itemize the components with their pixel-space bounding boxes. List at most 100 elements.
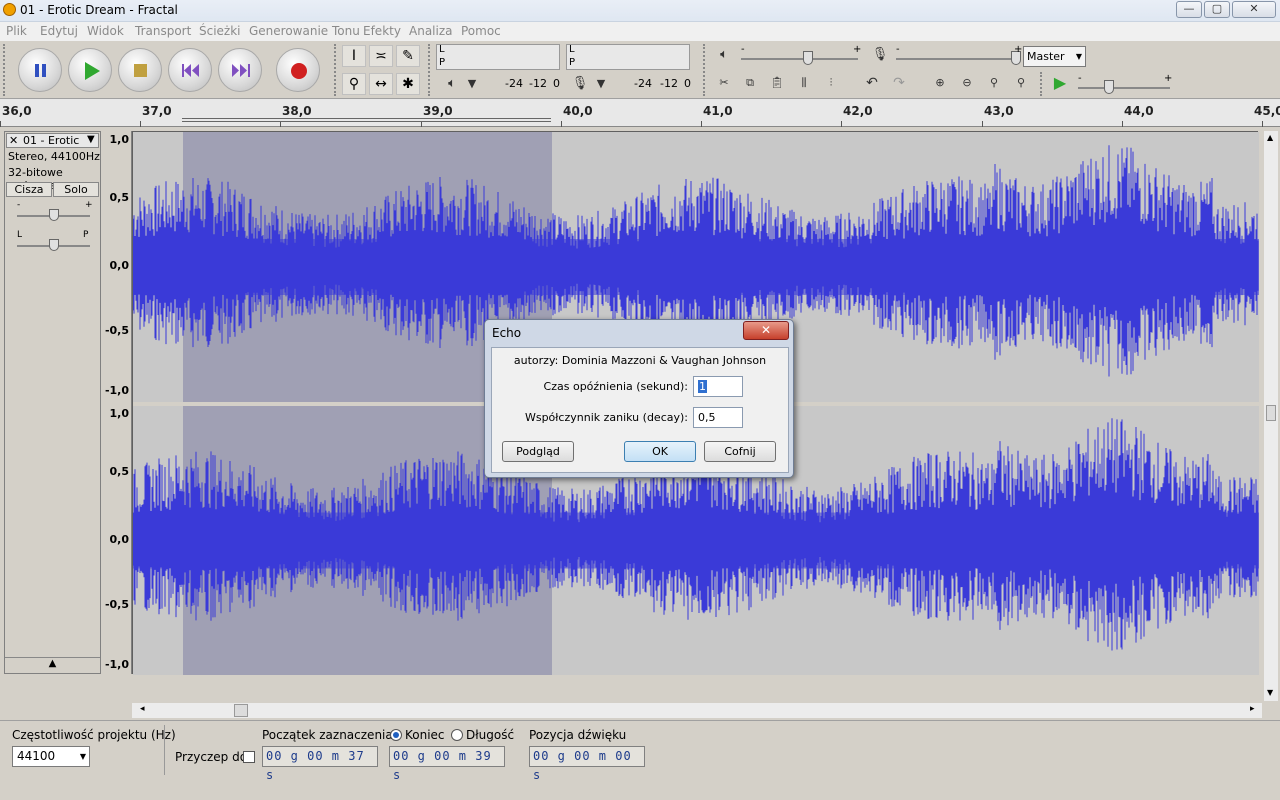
- multi-tool-icon[interactable]: ✱: [396, 73, 420, 95]
- length-radio[interactable]: [451, 729, 463, 741]
- timeshift-tool-icon[interactable]: ↔: [369, 73, 393, 95]
- project-rate-value: 44100: [17, 749, 56, 763]
- paste-icon[interactable]: 📋︎: [765, 73, 789, 95]
- skip-end-icon: [232, 64, 250, 77]
- menu-transport[interactable]: Transport: [135, 24, 191, 38]
- gain-slider-thumb[interactable]: [49, 209, 59, 221]
- menu-sciezki[interactable]: Ścieżki: [199, 24, 241, 38]
- chevron-down-icon[interactable]: ▼: [460, 74, 484, 96]
- ok-button[interactable]: OK: [624, 441, 696, 462]
- pan-slider-thumb[interactable]: [49, 239, 59, 251]
- scale-label: -1,0: [104, 658, 129, 671]
- chevron-left-icon[interactable]: ◂: [140, 704, 145, 714]
- fit-project-icon[interactable]: ⚲: [1009, 73, 1033, 95]
- track-title-bar[interactable]: ✕ 01 - Erotic ▼: [6, 133, 99, 148]
- silence-icon[interactable]: ⫶: [819, 73, 843, 95]
- chevron-down-icon[interactable]: ▼: [589, 74, 613, 96]
- close-icon[interactable]: ✕: [9, 134, 18, 147]
- input-volume-slider[interactable]: [896, 58, 1020, 60]
- redo-icon[interactable]: ↷: [887, 73, 911, 95]
- record-meter[interactable]: L P: [566, 44, 690, 70]
- end-label: Koniec: [405, 728, 445, 742]
- record-button[interactable]: [276, 48, 320, 92]
- skip-end-button[interactable]: [218, 48, 262, 92]
- horizontal-scrollbar[interactable]: ◂ ▸: [132, 703, 1262, 718]
- selection-tool-icon[interactable]: I: [342, 45, 366, 67]
- selection-end-time[interactable]: 00 g 00 m 39 s: [389, 746, 505, 782]
- toolbar-grip[interactable]: [1040, 72, 1044, 96]
- selection-start-time[interactable]: 00 g 00 m 37 s: [262, 746, 378, 782]
- length-label: Długość: [466, 728, 515, 742]
- scale-label: -1,0: [104, 384, 129, 397]
- play-speed-slider[interactable]: [1078, 87, 1170, 89]
- close-window-button[interactable]: ✕: [1232, 1, 1276, 18]
- envelope-tool-icon[interactable]: ≍: [369, 45, 393, 67]
- preview-button[interactable]: Podgląd: [502, 441, 574, 462]
- toolbar-grip[interactable]: [3, 44, 7, 96]
- record-icon: [291, 63, 307, 79]
- vertical-scroll-thumb[interactable]: [1266, 405, 1276, 421]
- menu-efekty[interactable]: Efekty: [363, 24, 401, 38]
- play-button[interactable]: [68, 48, 112, 92]
- undo-icon[interactable]: ↶: [860, 73, 884, 95]
- stop-button[interactable]: [118, 48, 162, 92]
- playback-meter[interactable]: L P: [436, 44, 560, 70]
- dialog-close-button[interactable]: ✕: [743, 321, 789, 340]
- track-name[interactable]: 01 - Erotic: [23, 134, 79, 147]
- menu-plik[interactable]: Plik: [6, 24, 27, 38]
- draw-tool-icon[interactable]: ✎: [396, 45, 420, 67]
- minimize-button[interactable]: —: [1176, 1, 1202, 18]
- restore-button[interactable]: ▢: [1204, 1, 1230, 18]
- end-radio[interactable]: [390, 729, 402, 741]
- meter-tick: 0: [684, 77, 691, 90]
- project-rate-select[interactable]: 44100 ▼: [12, 746, 90, 767]
- vertical-scrollbar[interactable]: ▲ ▼: [1264, 131, 1278, 701]
- cut-icon[interactable]: ✂: [712, 73, 736, 95]
- skip-start-button[interactable]: [168, 48, 212, 92]
- chevron-up-icon[interactable]: ▲: [1267, 133, 1273, 142]
- collapse-track-button[interactable]: ▲: [5, 657, 100, 672]
- menu-pomoc[interactable]: Pomoc: [461, 24, 501, 38]
- snap-to-checkbox[interactable]: [243, 751, 255, 763]
- scale-label: -0,5: [104, 324, 129, 337]
- input-volume-min-label: -: [896, 44, 900, 55]
- solo-button[interactable]: Solo: [53, 182, 99, 197]
- menu-generowanie-tonu[interactable]: Generowanie Tonu: [249, 24, 360, 38]
- play-speed-thumb[interactable]: [1104, 80, 1114, 94]
- trim-icon[interactable]: ⫼: [792, 73, 816, 95]
- mute-button[interactable]: Cisza: [6, 182, 52, 197]
- menu-widok[interactable]: Widok: [87, 24, 124, 38]
- output-volume-slider[interactable]: [741, 58, 858, 60]
- audio-position-time[interactable]: 00 g 00 m 00 s: [529, 746, 645, 782]
- toolbar-grip[interactable]: [703, 44, 707, 96]
- scale-label: -0,5: [104, 598, 129, 611]
- zoom-tool-icon[interactable]: ⚲: [342, 73, 366, 95]
- ruler-tick-label: 40,0: [563, 104, 593, 118]
- skip-start-icon: [182, 64, 199, 77]
- microphone-icon: 🎙︎: [871, 47, 889, 62]
- timeline-ruler[interactable]: 36,0 37,0 38,0 39,0 40,0 41,0 42,0 43,0 …: [0, 99, 1280, 127]
- menu-analiza[interactable]: Analiza: [409, 24, 453, 38]
- scale-label: 0,0: [109, 533, 130, 546]
- chevron-right-icon[interactable]: ▸: [1250, 704, 1255, 714]
- menu-edytuj[interactable]: Edytuj: [40, 24, 78, 38]
- zoom-in-icon[interactable]: ⊕: [928, 73, 952, 95]
- input-source-select[interactable]: Master ▼: [1023, 46, 1086, 67]
- window-title: 01 - Erotic Dream - Fractal: [20, 3, 178, 17]
- horizontal-scroll-thumb[interactable]: [234, 704, 248, 717]
- fit-selection-icon[interactable]: ⚲: [982, 73, 1006, 95]
- toolbar-grip[interactable]: [428, 44, 432, 96]
- zoom-out-icon[interactable]: ⊖: [955, 73, 979, 95]
- toolbar-grip[interactable]: [334, 44, 338, 96]
- delay-input[interactable]: 1: [693, 376, 743, 397]
- copy-icon[interactable]: ⧉: [738, 73, 762, 95]
- chevron-down-icon[interactable]: ▼: [87, 134, 95, 145]
- decay-input[interactable]: 0,5: [693, 407, 743, 428]
- output-volume-thumb[interactable]: [803, 51, 813, 65]
- speaker-icon: 🔈︎: [720, 47, 728, 62]
- chevron-down-icon[interactable]: ▼: [1267, 688, 1273, 697]
- cancel-button[interactable]: Cofnij: [704, 441, 776, 462]
- pause-button[interactable]: [18, 48, 62, 92]
- play-at-speed-icon[interactable]: ▶: [1048, 73, 1072, 95]
- selection-range-indicator: [182, 118, 551, 122]
